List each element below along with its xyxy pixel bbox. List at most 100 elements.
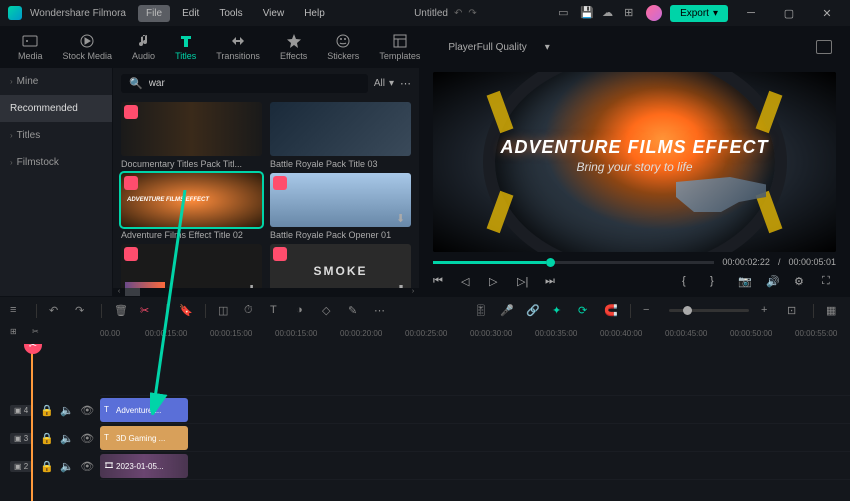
timeline-clip[interactable]: 🎞2023-01-05...: [100, 454, 188, 478]
grid-icon[interactable]: ⊞: [624, 6, 638, 20]
crop-icon[interactable]: ◫: [218, 304, 232, 318]
thumb-item[interactable]: Battle Royale Pack Title 03: [270, 102, 411, 169]
sidebar-item-filmstock[interactable]: ›Filmstock: [0, 149, 112, 176]
device-icon[interactable]: ▭: [558, 6, 572, 20]
settings-icon[interactable]: ⚙: [794, 275, 808, 289]
tab-titles[interactable]: Titles: [165, 29, 206, 65]
menu-file[interactable]: File: [138, 5, 170, 22]
zoom-fit-icon[interactable]: ⊡: [787, 304, 801, 318]
tab-transitions[interactable]: Transitions: [206, 29, 270, 65]
menu-help[interactable]: Help: [296, 5, 333, 22]
overview-icon[interactable]: ▦: [826, 304, 840, 318]
volume-icon[interactable]: 🔊: [766, 275, 780, 289]
tab-stickers[interactable]: Stickers: [317, 29, 369, 65]
scrollbar[interactable]: ‹ ›: [113, 288, 419, 296]
fullscreen-icon[interactable]: ⛶: [822, 275, 836, 289]
play-icon[interactable]: ▷: [489, 275, 503, 289]
progress-bar[interactable]: [433, 261, 714, 264]
window-close-icon[interactable]: ✕: [812, 7, 842, 20]
camera-icon[interactable]: 📷: [738, 275, 752, 289]
mute-icon[interactable]: 🔈: [60, 432, 72, 444]
mute-icon[interactable]: 🔈: [60, 404, 72, 416]
audio-sync-icon[interactable]: 🔗: [526, 304, 540, 318]
undo-icon[interactable]: ↶: [49, 304, 63, 318]
export-button[interactable]: Export ▾: [670, 5, 728, 22]
prev-clip-icon[interactable]: ⏮: [433, 275, 447, 289]
step-back-icon[interactable]: ◁: [461, 275, 475, 289]
tab-media[interactable]: Media: [8, 29, 53, 65]
tab-audio[interactable]: Audio: [122, 29, 165, 65]
lock-icon[interactable]: 🔒: [40, 432, 52, 444]
tab-effects[interactable]: Effects: [270, 29, 317, 65]
sidebar-item-recommended[interactable]: Recommended: [0, 95, 112, 122]
zoom-in-icon[interactable]: +: [761, 304, 775, 318]
thumb-item[interactable]: ⬇Battle Royale Pack Opener 01: [270, 173, 411, 240]
track-row[interactable]: ▣ 4 🔒 🔈 👁 TAdventure ...: [100, 396, 850, 424]
download-icon[interactable]: ⬇: [396, 212, 408, 224]
more-tools-icon[interactable]: ⋯: [374, 304, 388, 318]
search-input[interactable]: [149, 78, 360, 89]
redo-icon[interactable]: ↷: [75, 304, 89, 318]
window-maximize-icon[interactable]: ▢: [774, 7, 804, 20]
mixer-icon[interactable]: 🎚: [474, 304, 488, 318]
edit-icon[interactable]: ✎: [348, 304, 362, 318]
timeline-clip[interactable]: TAdventure ...: [100, 398, 188, 422]
thumb-item[interactable]: Documentary Titles Pack Titl...: [121, 102, 262, 169]
redo-icon[interactable]: ↷: [468, 8, 476, 19]
mute-icon[interactable]: 🔈: [60, 460, 72, 472]
track-row[interactable]: ▣ 2 🔒 🔈 👁 🎞2023-01-05...: [100, 452, 850, 480]
timeline-ruler[interactable]: ⊞ ✂ 00.00 00:00:15:00 00:00:15:00 00:00:…: [0, 324, 850, 344]
progress-handle[interactable]: [546, 258, 555, 267]
visibility-icon[interactable]: 👁: [80, 432, 92, 444]
auto-icon[interactable]: ✦: [552, 304, 566, 318]
hamburger-icon[interactable]: ≡: [10, 304, 24, 318]
window-minimize-icon[interactable]: ─: [736, 7, 766, 19]
next-clip-icon[interactable]: ⏭: [545, 275, 559, 289]
zoom-slider[interactable]: [669, 309, 749, 312]
visibility-icon[interactable]: 👁: [80, 460, 92, 472]
render-icon[interactable]: ⟳: [578, 304, 592, 318]
voiceover-icon[interactable]: 🎤: [500, 304, 514, 318]
marker-icon[interactable]: 🔖: [179, 304, 193, 318]
menu-edit[interactable]: Edit: [174, 5, 207, 22]
user-avatar-icon[interactable]: [646, 5, 662, 21]
scrollbar-thumb[interactable]: [125, 288, 140, 296]
scroll-right-icon[interactable]: ›: [407, 288, 419, 296]
keyframe-icon[interactable]: ◇: [322, 304, 336, 318]
menu-tools[interactable]: Tools: [211, 5, 250, 22]
color-icon[interactable]: ◑: [296, 304, 310, 318]
snapshot-icon[interactable]: [816, 40, 832, 54]
playhead[interactable]: [31, 344, 33, 501]
sidebar-item-titles[interactable]: ›Titles: [0, 122, 112, 149]
zoom-handle[interactable]: [683, 306, 692, 315]
search-box[interactable]: 🔍: [121, 74, 368, 93]
visibility-icon[interactable]: 👁: [80, 404, 92, 416]
text-icon[interactable]: T: [270, 304, 284, 318]
scissors-icon[interactable]: ✂: [140, 304, 154, 318]
filter-dropdown[interactable]: All▾: [374, 78, 394, 89]
magnet-icon[interactable]: 🧲: [604, 304, 618, 318]
scroll-left-icon[interactable]: ‹: [113, 288, 125, 296]
cloud-icon[interactable]: ☁: [602, 6, 616, 20]
save-icon[interactable]: 💾: [580, 6, 594, 20]
more-icon[interactable]: ⋯: [400, 77, 411, 90]
select-tool-icon[interactable]: ✂: [32, 327, 46, 341]
sidebar-item-mine[interactable]: ›Mine: [0, 68, 112, 95]
timeline-clip[interactable]: T3D Gaming ...: [100, 426, 188, 450]
menu-view[interactable]: View: [255, 5, 293, 22]
track-row[interactable]: ▣ 3 🔒 🔈 👁 T3D Gaming ...: [100, 424, 850, 452]
mark-in-icon[interactable]: {: [682, 275, 696, 289]
lock-icon[interactable]: 🔒: [40, 460, 52, 472]
tab-templates[interactable]: Templates: [369, 29, 430, 65]
undo-icon[interactable]: ↶: [454, 8, 462, 19]
tab-stock-media[interactable]: Stock Media: [53, 29, 123, 65]
lock-icon[interactable]: 🔒: [40, 404, 52, 416]
zoom-out-icon[interactable]: −: [643, 304, 657, 318]
mark-out-icon[interactable]: }: [710, 275, 724, 289]
preview-viewport[interactable]: ADVENTURE FILMS EFFECT Bring your story …: [433, 72, 836, 252]
delete-icon[interactable]: 🗑: [114, 304, 128, 318]
speed-icon[interactable]: ⏱: [244, 304, 258, 318]
track-manage-icon[interactable]: ⊞: [10, 327, 24, 341]
thumb-item-selected[interactable]: ADVENTURE FILMS EFFECTAdventure Films Ef…: [121, 173, 262, 240]
step-forward-icon[interactable]: ▷|: [517, 275, 531, 289]
